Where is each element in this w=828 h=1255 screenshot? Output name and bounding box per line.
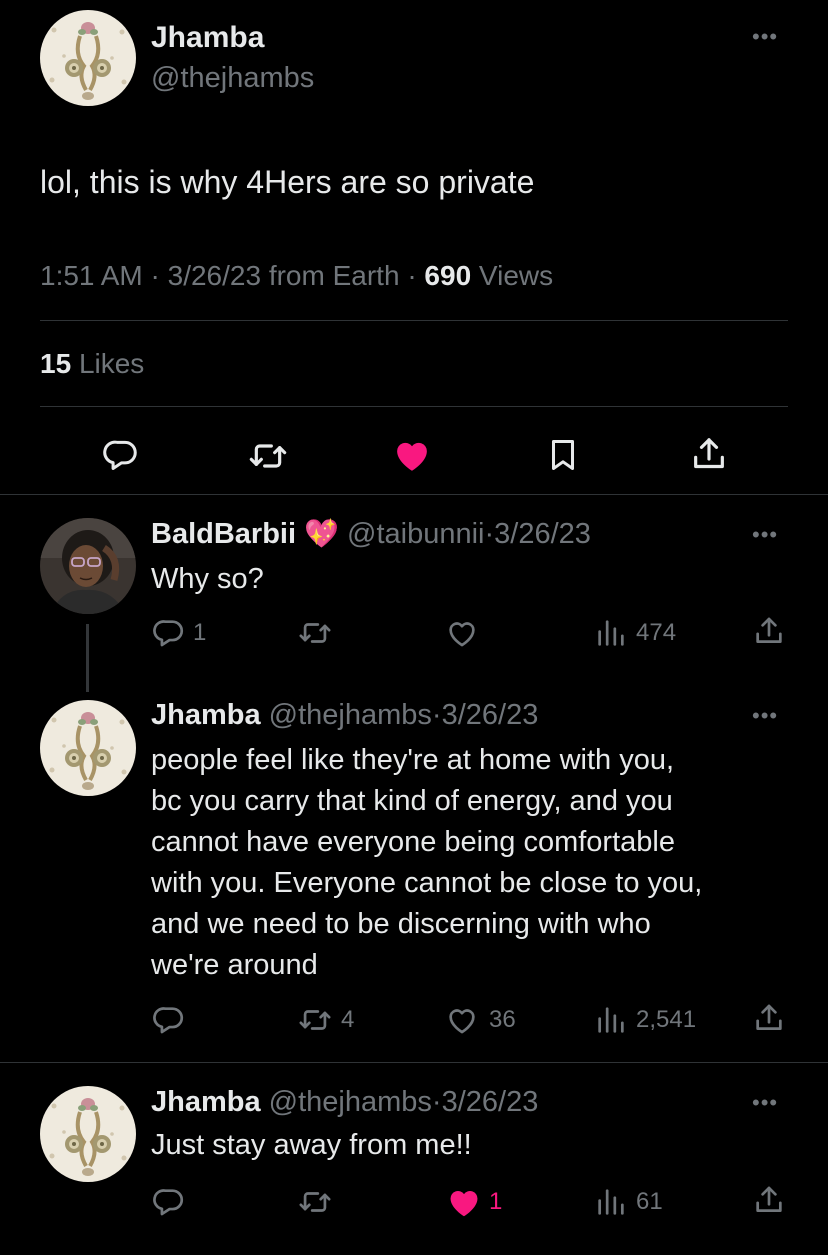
bookmark-icon[interactable]	[544, 436, 582, 474]
author-avatar[interactable]	[40, 518, 136, 614]
author-display-name[interactable]: Jhamba	[151, 1086, 261, 1118]
view-count: 61	[636, 1188, 663, 1215]
retweet-icon[interactable]	[298, 1003, 332, 1037]
heart-icon[interactable]	[391, 434, 433, 476]
view-count: 2,541	[636, 1006, 697, 1033]
reply-header: Jhamba @thejhambs·3/26/23	[151, 697, 538, 733]
meta-separator: ·	[431, 699, 442, 731]
likes-count: 15	[40, 348, 72, 379]
reply-icon[interactable]	[152, 616, 186, 650]
text-line: bc you carry that kind of energy, and yo…	[151, 785, 673, 817]
author-display-name[interactable]: Jhamba	[151, 699, 261, 731]
reply-icon[interactable]	[102, 436, 140, 474]
tweet-date[interactable]: 3/26/23	[494, 518, 591, 550]
tweet-source: from Earth	[268, 260, 400, 291]
thread-line	[86, 624, 89, 692]
retweet-icon[interactable]	[248, 436, 288, 476]
retweet-icon[interactable]	[298, 1185, 332, 1219]
heart-icon[interactable]	[445, 1183, 483, 1221]
tweet-text: Just stay away from me!!	[151, 1129, 472, 1161]
divider	[0, 1062, 828, 1063]
author-handle[interactable]: @thejhambs	[151, 60, 314, 96]
reply-icon[interactable]	[152, 1003, 186, 1037]
divider	[40, 406, 788, 407]
tweet-date[interactable]: 3/26/23	[442, 699, 539, 731]
retweet-count: 4	[341, 1006, 355, 1033]
more-icon[interactable]: •••	[752, 703, 778, 729]
heart-icon[interactable]	[445, 616, 479, 650]
tweet-date[interactable]: 3/26/23	[168, 260, 261, 291]
tweet-text: lol, this is why 4Hers are so private	[40, 164, 535, 200]
divider	[40, 320, 788, 321]
reply-header: BaldBarbii 💖 @taibunnii·3/26/23	[151, 516, 591, 552]
views-label: Views	[478, 260, 554, 291]
meta-separator: ·	[150, 260, 168, 291]
text-line: we're around	[151, 949, 318, 981]
text-line: cannot have everyone being comfortable	[151, 826, 675, 858]
tweet-text: Why so?	[151, 563, 264, 595]
author-handle[interactable]: @thejhambs	[269, 1086, 432, 1118]
like-count: 1	[489, 1188, 503, 1215]
tweet-meta: 1:51 AM · 3/26/23 from Earth · 690 Views	[40, 258, 553, 294]
author-avatar[interactable]	[40, 1086, 136, 1182]
author-avatar[interactable]	[40, 10, 136, 106]
more-icon[interactable]: •••	[752, 522, 778, 548]
text-line: people feel like they're at home with yo…	[151, 744, 675, 776]
views-icon[interactable]	[594, 1003, 628, 1037]
heart-icon[interactable]	[445, 1003, 479, 1037]
more-icon[interactable]: •••	[752, 1090, 778, 1116]
divider	[0, 494, 828, 495]
likes-stat[interactable]: 15 Likes	[40, 346, 144, 382]
views-icon[interactable]	[594, 616, 628, 650]
meta-separator: ·	[431, 1086, 442, 1118]
tweet-time[interactable]: 1:51 AM	[40, 260, 143, 291]
meta-separator: ·	[484, 518, 495, 550]
retweet-icon[interactable]	[298, 616, 332, 650]
emoji-badge: 💖	[304, 518, 339, 549]
share-icon[interactable]	[752, 1183, 786, 1217]
author-handle[interactable]: @taibunnii	[347, 518, 484, 550]
view-count: 474	[636, 619, 677, 646]
tweet-date[interactable]: 3/26/23	[442, 1086, 539, 1118]
share-icon[interactable]	[752, 1001, 786, 1035]
views-icon[interactable]	[594, 1185, 628, 1219]
author-handle[interactable]: @thejhambs	[269, 699, 432, 731]
author-display-name[interactable]: BaldBarbii	[151, 518, 296, 550]
text-line: with you. Everyone cannot be close to yo…	[151, 867, 703, 899]
likes-label: Likes	[78, 348, 145, 379]
more-icon[interactable]: •••	[752, 24, 778, 50]
meta-separator: ·	[407, 260, 425, 291]
text-line: and we need to be discerning with who	[151, 908, 651, 940]
reply-count: 1	[193, 619, 207, 646]
reply-header: Jhamba @thejhambs·3/26/23	[151, 1084, 538, 1120]
author-display-name[interactable]: Jhamba	[151, 20, 264, 56]
like-count: 36	[489, 1006, 516, 1033]
reply-icon[interactable]	[152, 1185, 186, 1219]
share-icon[interactable]	[689, 434, 729, 474]
views-count: 690	[424, 260, 472, 291]
author-avatar[interactable]	[40, 700, 136, 796]
tweet-text: people feel like they're at home with yo…	[151, 740, 702, 986]
share-icon[interactable]	[752, 614, 786, 648]
